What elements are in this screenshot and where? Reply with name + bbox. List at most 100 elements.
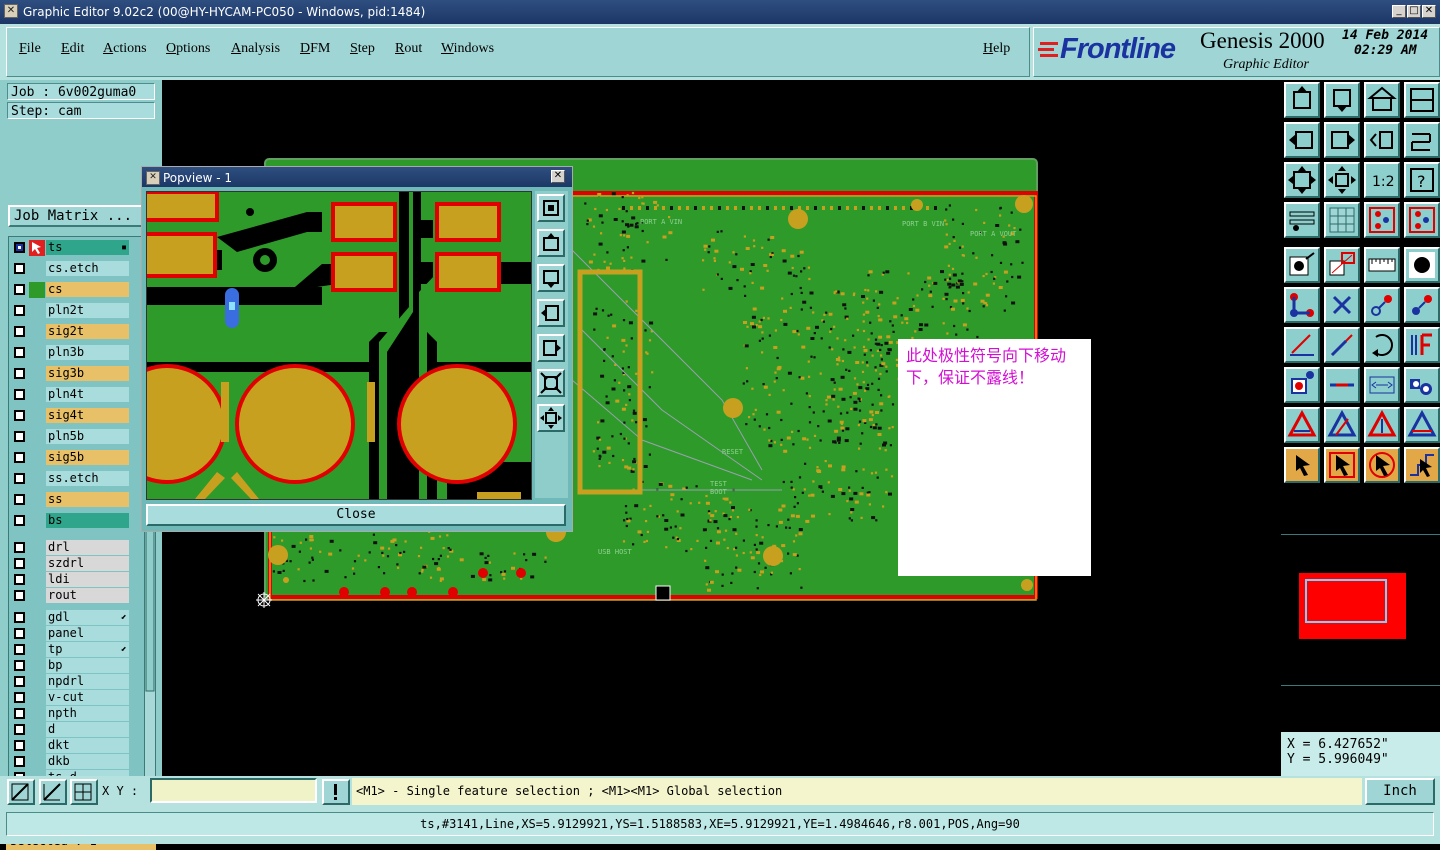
popview-zoom-fit-button[interactable] (537, 194, 565, 222)
measure-gap-button[interactable] (1364, 367, 1400, 403)
layer-checkbox[interactable] (14, 708, 25, 719)
layer-name[interactable]: v-cut (46, 690, 129, 705)
layer-name[interactable]: npdrl (46, 674, 129, 689)
layer-checkbox[interactable] (14, 542, 25, 553)
draw-line-blue-button[interactable] (1324, 327, 1360, 363)
layer-checkbox[interactable] (14, 473, 25, 484)
layer-name[interactable]: ldi (46, 572, 129, 587)
layer-checkbox[interactable] (14, 368, 25, 379)
step-repeat-button[interactable] (1404, 122, 1440, 158)
layer-name[interactable]: pln4t (46, 387, 129, 402)
layer-checkbox[interactable] (14, 263, 25, 274)
overview-map[interactable] (1281, 534, 1440, 686)
rotate-view-button[interactable] (1364, 122, 1400, 158)
delete-node-button[interactable] (1324, 287, 1360, 323)
layer-name[interactable]: cs.etch (46, 261, 129, 276)
zoom-home-button[interactable] (1284, 82, 1320, 118)
popview-zoom-out-button[interactable] (537, 404, 565, 432)
layer-checkbox[interactable] (14, 590, 25, 601)
layer-name[interactable]: bs (46, 513, 129, 528)
popview-pan-right-button[interactable] (537, 334, 565, 362)
layer-name[interactable]: dkt (46, 738, 129, 753)
layer-name[interactable]: sig5b (46, 450, 129, 465)
layer-checkbox[interactable] (14, 410, 25, 421)
triangle-blue-2-button[interactable] (1404, 407, 1440, 443)
layer-name[interactable]: drl (46, 540, 129, 555)
layer-name[interactable]: sig4t (46, 408, 129, 423)
triangle-red-button[interactable] (1284, 407, 1320, 443)
popview-pan-left-button[interactable] (537, 299, 565, 327)
triangle-blue-button[interactable] (1324, 407, 1360, 443)
edit-shape-button[interactable] (1324, 247, 1360, 283)
layer-name[interactable]: szdrl (46, 556, 129, 571)
select-net-button[interactable] (1364, 447, 1400, 483)
draw-line-red-button[interactable] (1284, 327, 1320, 363)
layer-name[interactable]: bp (46, 658, 129, 673)
popview-close-button[interactable]: Close (146, 504, 566, 526)
select-area-button[interactable] (1324, 447, 1360, 483)
view-split-button[interactable] (1404, 82, 1440, 118)
pad-outline-button[interactable] (1284, 367, 1320, 403)
layer-checkbox[interactable] (14, 756, 25, 767)
layer-checkbox[interactable] (14, 452, 25, 463)
layers-tool-button[interactable] (1284, 202, 1320, 238)
layer-name[interactable]: tp ⬋ (46, 642, 129, 657)
layer-name[interactable]: sig2t (46, 324, 129, 339)
layer-name[interactable]: rout (46, 588, 129, 603)
layer-checkbox[interactable] (14, 558, 25, 569)
layer-checkbox[interactable] (14, 628, 25, 639)
layer-checkbox[interactable] (14, 242, 25, 253)
snap-settings-button[interactable] (1364, 202, 1400, 238)
job-matrix-button[interactable]: Job Matrix ... (8, 205, 154, 227)
connect-nodes-button[interactable] (1284, 287, 1320, 323)
layer-name[interactable]: d (46, 722, 129, 737)
layer-checkbox[interactable] (14, 676, 25, 687)
zoom-in-view-button[interactable] (1324, 82, 1360, 118)
layer-name[interactable]: pln2t (46, 303, 129, 318)
minimize-button[interactable]: _ (1392, 5, 1406, 18)
measure-button[interactable] (39, 779, 67, 805)
move-line-button[interactable] (1404, 287, 1440, 323)
menu-options[interactable]: Options (166, 41, 210, 57)
help-button[interactable]: ? (1404, 162, 1440, 198)
layer-checkbox[interactable] (14, 347, 25, 358)
grid-button[interactable] (70, 779, 98, 805)
fit-all-button[interactable] (1284, 162, 1320, 198)
snap-highlight-button[interactable] (1404, 202, 1440, 238)
popview-pan-up-button[interactable] (537, 229, 565, 257)
menu-analysis[interactable]: Analysis (231, 41, 280, 57)
popview-zoom-view[interactable] (146, 191, 532, 500)
layer-checkbox[interactable] (14, 724, 25, 735)
select-route-button[interactable] (1404, 447, 1440, 483)
snap-button[interactable] (7, 779, 35, 805)
layer-name[interactable]: panel (46, 626, 129, 641)
view-house-button[interactable] (1364, 82, 1400, 118)
layer-checkbox[interactable] (14, 612, 25, 623)
layer-checkbox[interactable] (14, 326, 25, 337)
popview-pan-down-button[interactable] (537, 264, 565, 292)
popview-close-icon[interactable]: ✕ (551, 170, 565, 183)
group-tool-button[interactable] (1404, 367, 1440, 403)
popview-zoom-in-button[interactable] (537, 369, 565, 397)
overview-viewport[interactable] (1305, 579, 1387, 623)
layer-name[interactable]: pln5b (46, 429, 129, 444)
layer-checkbox[interactable] (14, 431, 25, 442)
layer-name[interactable]: ts ▪ (46, 240, 129, 255)
add-pad-button[interactable] (1284, 247, 1320, 283)
select-pointer-button[interactable] (1284, 447, 1320, 483)
layer-name[interactable]: ss (46, 492, 129, 507)
layer-name[interactable]: npth (46, 706, 129, 721)
layer-checkbox[interactable] (14, 494, 25, 505)
pan-left-button[interactable] (1284, 122, 1320, 158)
mirror-tool-button[interactable] (1404, 327, 1440, 363)
menu-rout[interactable]: Rout (395, 41, 422, 57)
bar-tool-button[interactable] (1324, 367, 1360, 403)
alert-button[interactable] (322, 779, 350, 805)
layer-checkbox[interactable] (14, 660, 25, 671)
layer-checkbox[interactable] (14, 389, 25, 400)
maximize-button[interactable]: □ (1407, 5, 1421, 18)
fit-center-button[interactable] (1324, 162, 1360, 198)
triangle-red-2-button[interactable] (1364, 407, 1400, 443)
menu-edit[interactable]: Edit (61, 41, 84, 57)
menu-help[interactable]: Help (983, 41, 1010, 57)
